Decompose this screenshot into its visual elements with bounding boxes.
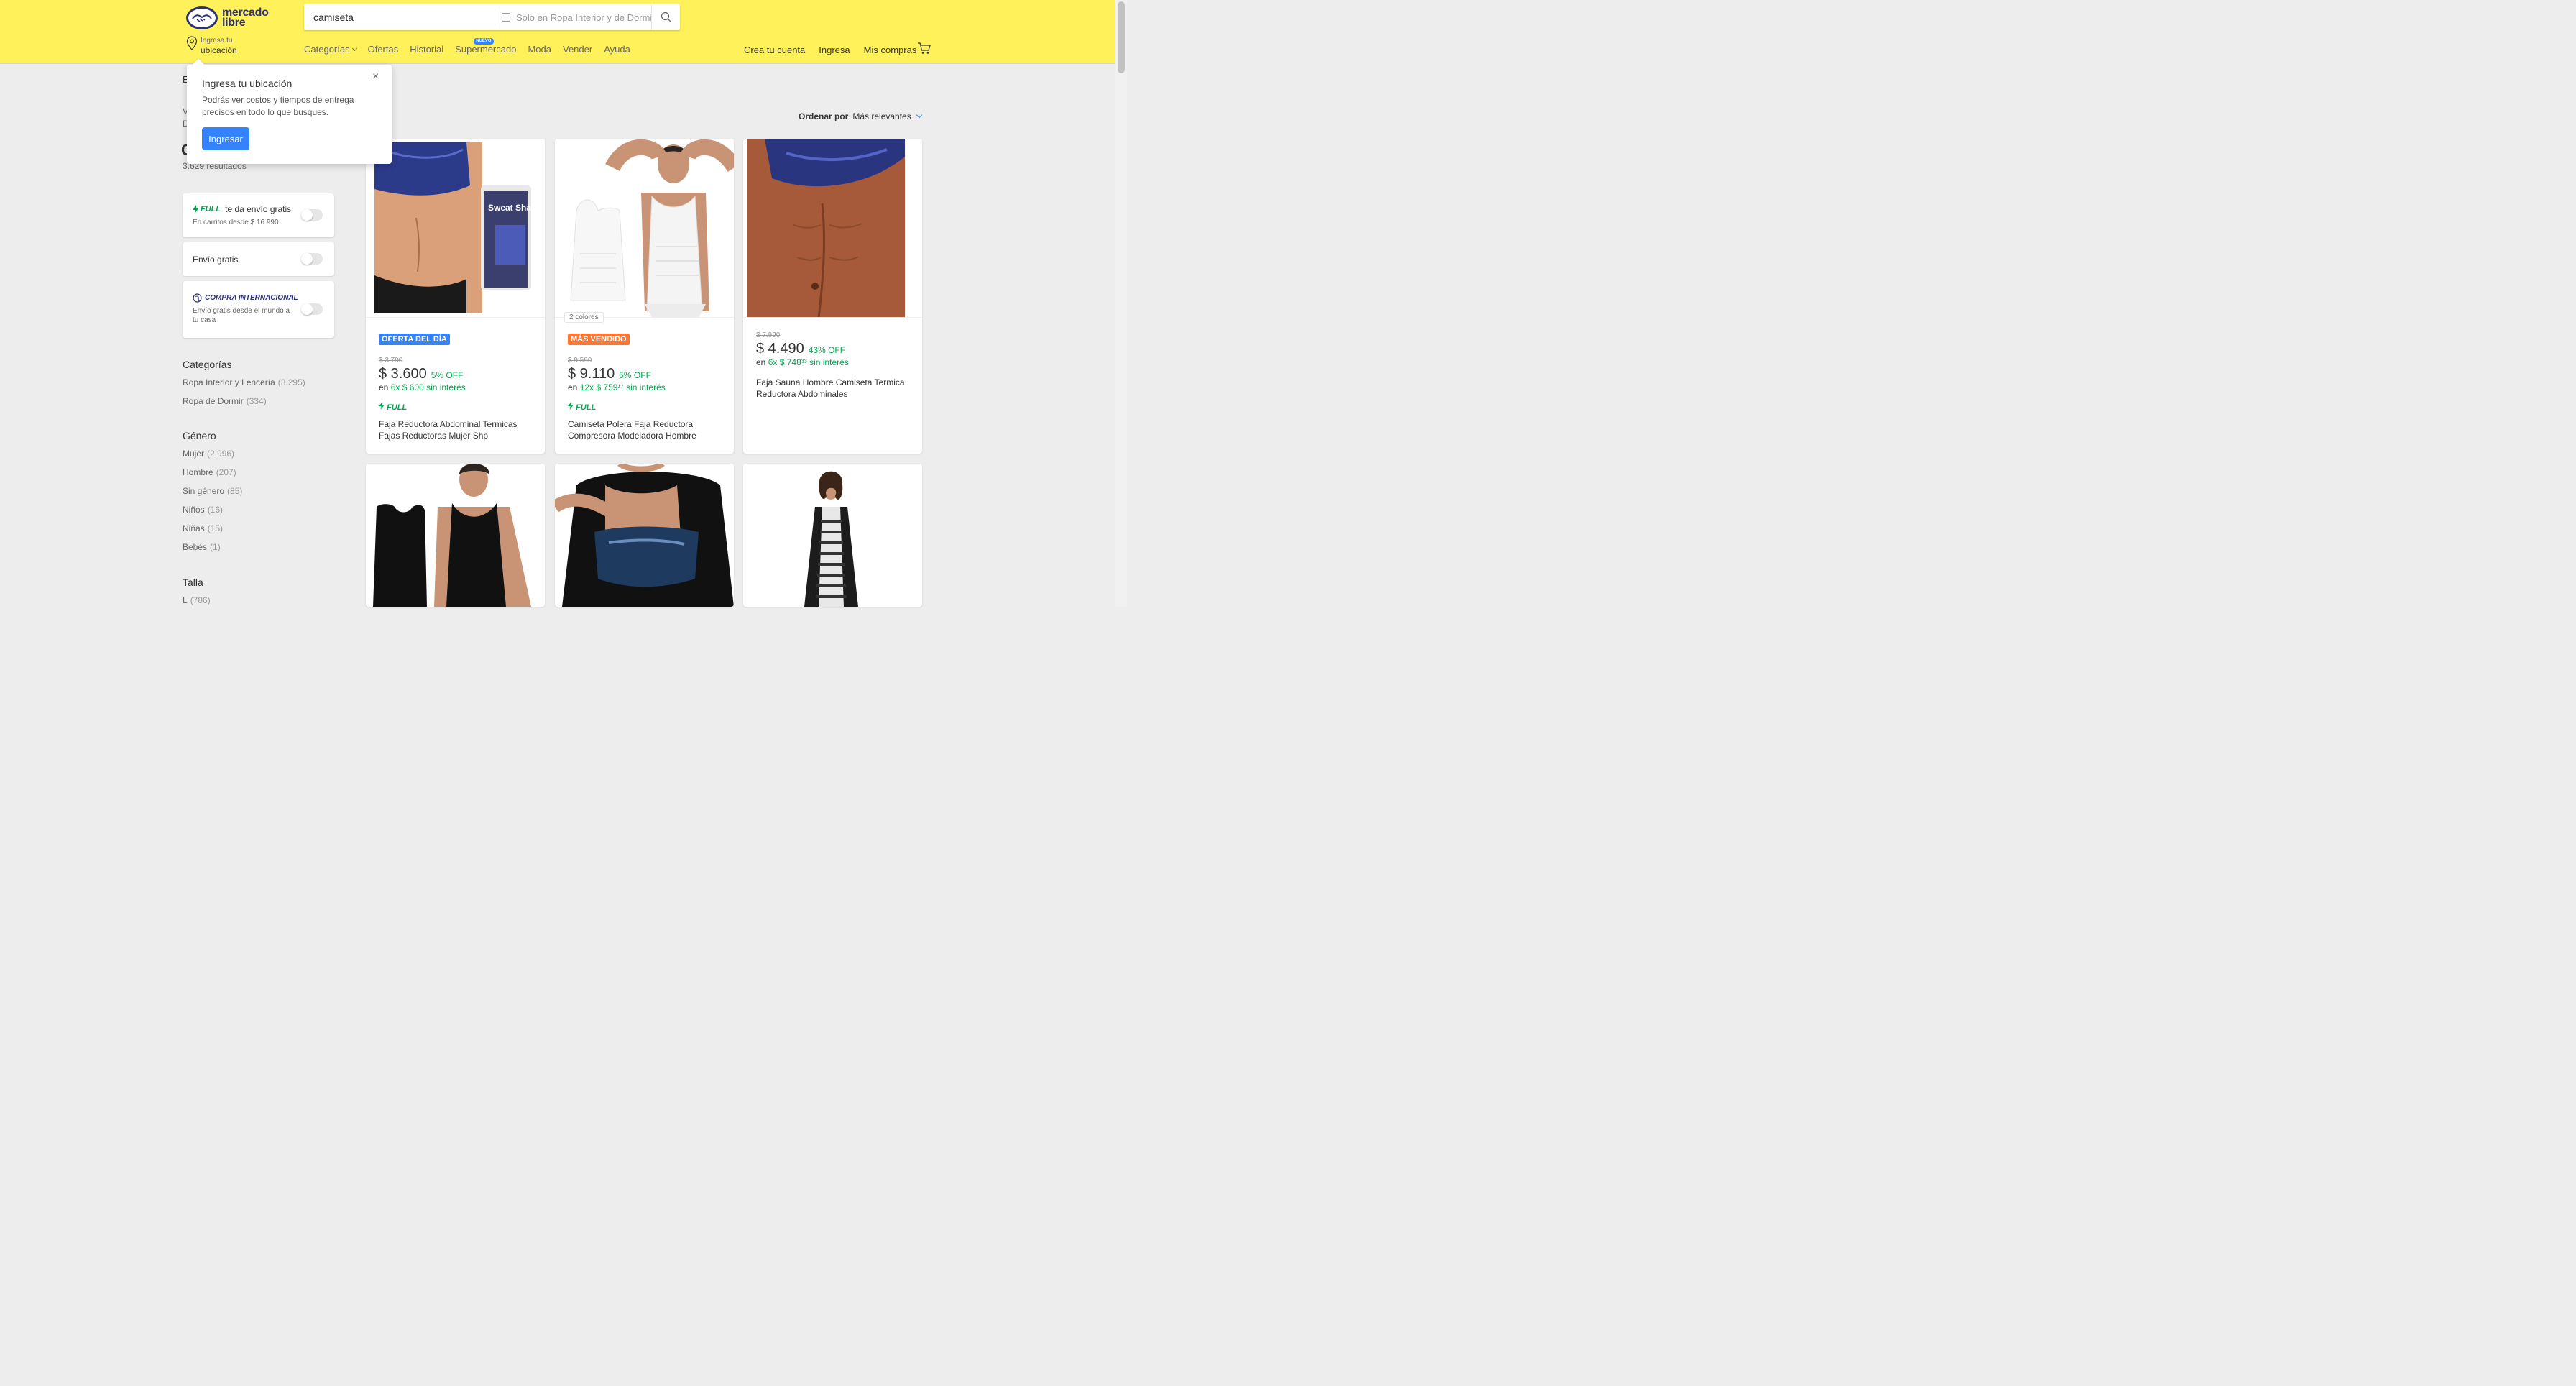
categories-title: Categorías — [183, 359, 232, 370]
nav-ayuda[interactable]: Ayuda — [604, 44, 630, 55]
free-shipping-card[interactable]: Envío gratis — [183, 242, 334, 276]
nav-moda[interactable]: Moda — [528, 44, 551, 55]
create-account-link[interactable]: Crea tu cuenta — [744, 45, 805, 55]
product-title[interactable]: Faja Reductora Abdominal Termicas Fajas … — [379, 418, 533, 441]
lightning-icon — [193, 205, 199, 214]
main-nav: Categorías Ofertas Historial NUEVO Superm… — [304, 38, 642, 55]
globe-icon — [193, 293, 202, 303]
size-title: Talla — [183, 577, 203, 588]
lightning-icon — [568, 402, 574, 410]
product-image[interactable] — [555, 139, 734, 318]
gender-link[interactable]: Hombre (207) — [183, 467, 236, 477]
product-image[interactable] — [743, 464, 922, 607]
popover-title: Ingresa tu ubicación — [202, 78, 293, 89]
product-card[interactable]: 2 colores MÁS VENDIDO $ 9.590 $ 9.110 5% … — [555, 139, 734, 454]
product-title[interactable]: Camiseta Polera Faja Reductora Compresor… — [568, 418, 722, 441]
location-pin-icon — [186, 36, 198, 50]
product-image[interactable] — [366, 464, 545, 607]
page-scrollbar[interactable] — [1116, 0, 1127, 607]
product-image[interactable]: Sweat Shaper — [366, 139, 545, 318]
handshake-icon — [186, 6, 218, 29]
installments: en 6x $ 600 sin interés — [379, 382, 466, 393]
gender-link[interactable]: Bebés (1) — [183, 542, 221, 552]
category-checkbox[interactable] — [502, 13, 510, 22]
popover-ingresar-button[interactable]: Ingresar — [202, 127, 249, 150]
category-filter-label: Solo en Ropa Interior y de Dormir — [516, 12, 651, 23]
installments: en 12x $ 759¹⁷ sin interés — [568, 382, 666, 393]
search-button[interactable] — [651, 4, 680, 30]
nav-supermercado[interactable]: NUEVO Supermercado — [455, 38, 516, 55]
product-label-text: Sweat Shaper — [488, 203, 545, 213]
logo-text: mercado libre — [222, 6, 269, 29]
category-filter[interactable]: Solo en Ropa Interior y de Dormir — [495, 12, 651, 23]
sort-value: Más relevantes — [852, 111, 911, 121]
size-link[interactable]: L (786) — [183, 595, 211, 605]
category-link[interactable]: Ropa Interior y Lencería (3.295) — [183, 377, 305, 387]
deal-tag: OFERTA DEL DÍA — [379, 334, 450, 345]
full-filter-card[interactable]: FULL te da envío gratis En carritos desd… — [183, 193, 334, 237]
product-card[interactable] — [555, 464, 734, 607]
gender-link[interactable]: Niñas (15) — [183, 523, 223, 533]
location-popover: Ingresa tu ubicación Podrás ver costos y… — [187, 58, 392, 164]
free-shipping-label: Envío gratis — [193, 254, 239, 265]
full-toggle[interactable] — [301, 209, 323, 221]
location-small-text: Ingresa tu — [201, 37, 233, 45]
header: mercadolibre Solo en Ropa Interior y de … — [0, 0, 1116, 63]
gender-link[interactable]: Mujer (2.996) — [183, 449, 234, 459]
product-card[interactable]: $ 7.990 $ 4.490 43% OFF en 6x $ 748³³ sin… — [743, 139, 922, 454]
price: $ 9.110 5% OFF — [568, 366, 651, 382]
installments: en 6x $ 748³³ sin interés — [756, 357, 849, 367]
location-big-text: ubicación — [201, 45, 237, 55]
new-badge: NUEVO — [474, 38, 494, 45]
lightning-icon — [379, 402, 385, 410]
international-toggle[interactable] — [301, 303, 323, 315]
old-price: $ 7.990 — [756, 331, 781, 339]
full-filter-sub: En carritos desde $ 16.990 — [193, 219, 279, 226]
best-seller-tag: MÁS VENDIDO — [568, 334, 630, 345]
chevron-down-icon — [351, 45, 357, 52]
old-price: $ 9.590 — [568, 357, 592, 364]
product-card[interactable]: Sweat Shaper OFERTA DEL DÍA $ 3.790 $ 3.… — [366, 139, 545, 454]
search-icon — [661, 12, 671, 22]
product-card[interactable] — [366, 464, 545, 607]
price: $ 4.490 43% OFF — [756, 341, 846, 357]
gender-link[interactable]: Sin género (85) — [183, 486, 242, 496]
category-link[interactable]: Ropa de Dormir (334) — [183, 396, 267, 406]
international-card[interactable]: COMPRA INTERNACIONAL Envío gratis desde … — [183, 281, 334, 338]
close-icon[interactable]: × — [372, 70, 379, 83]
full-tag: FULL — [201, 205, 221, 214]
gender-title: Género — [183, 430, 216, 441]
my-purchases-link[interactable]: Mis compras — [864, 45, 917, 55]
nav-ofertas[interactable]: Ofertas — [368, 44, 399, 55]
international-sub: Envío gratis desde el mundo a tu casa — [193, 307, 290, 324]
mercadolibre-logo[interactable]: mercado libre — [186, 6, 272, 30]
scrollbar-thumb[interactable] — [1118, 1, 1125, 73]
product-title[interactable]: Faja Sauna Hombre Camiseta Termica Reduc… — [756, 377, 911, 400]
product-image[interactable] — [743, 139, 922, 318]
product-card[interactable] — [743, 464, 922, 607]
price: $ 3.600 5% OFF — [379, 366, 464, 382]
sort-label: Ordenar por — [799, 111, 849, 121]
gender-link[interactable]: Niños (16) — [183, 505, 223, 515]
product-image[interactable] — [555, 464, 734, 607]
free-shipping-toggle[interactable] — [301, 253, 323, 265]
search-bar: Solo en Ropa Interior y de Dormir — [304, 4, 680, 30]
colors-badge: 2 colores — [564, 312, 604, 323]
chevron-down-icon — [916, 111, 922, 119]
login-link[interactable]: Ingresa — [819, 45, 850, 55]
search-input[interactable] — [304, 4, 494, 30]
international-tag: COMPRA INTERNACIONAL — [205, 294, 298, 302]
sort-selector[interactable]: Ordenar por Más relevantes — [799, 111, 922, 121]
full-filter-label: te da envío gratis — [225, 204, 292, 214]
popover-text: Podrás ver costos y tiempos de entrega p… — [202, 95, 354, 117]
location-selector[interactable]: Ingresa tu ubicación — [186, 36, 237, 55]
user-nav: Crea tu cuenta Ingresa Mis compras — [744, 45, 930, 55]
cart-icon[interactable] — [917, 42, 932, 58]
nav-historial[interactable]: Historial — [410, 44, 443, 55]
old-price: $ 3.790 — [379, 357, 403, 364]
full-badge: FULL — [568, 402, 596, 412]
nav-categorias[interactable]: Categorías — [304, 44, 357, 55]
nav-vender[interactable]: Vender — [563, 44, 592, 55]
full-badge: FULL — [379, 402, 407, 412]
